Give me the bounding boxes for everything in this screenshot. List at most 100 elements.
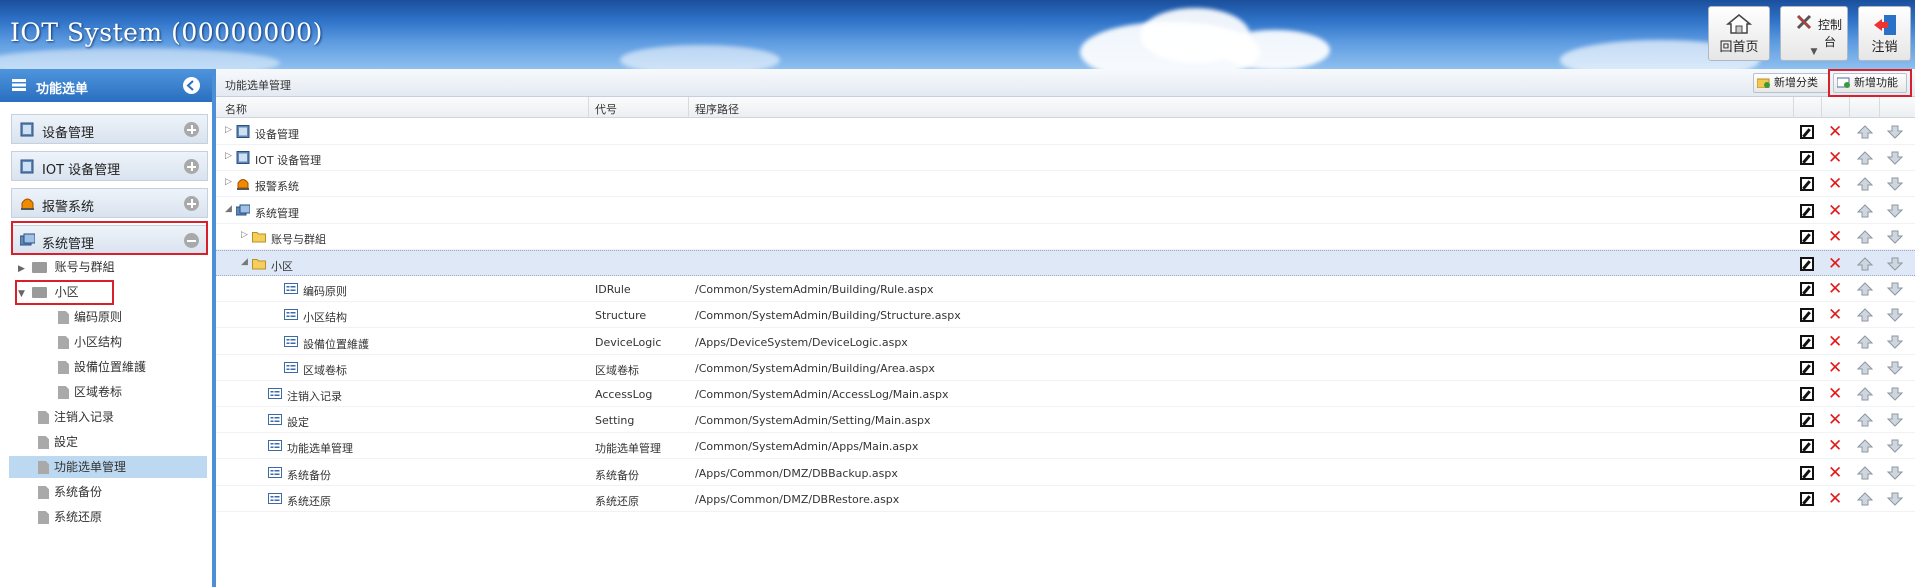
caret-right-icon[interactable]: ▷ [241,230,248,240]
tree-item-menu-management[interactable]: 功能选单管理 [38,456,126,478]
delete-icon[interactable]: ✕ [1828,228,1842,245]
tree-item-settings[interactable]: 設定 [38,431,78,453]
table-row[interactable]: ▷ 账号与群組 ✕ [216,224,1915,250]
edit-icon[interactable] [1800,308,1814,323]
edit-icon[interactable] [1800,125,1814,139]
delete-icon[interactable]: ✕ [1828,412,1842,429]
control-panel-button[interactable]: 控制台 ▼ [1780,6,1848,61]
expand-icon[interactable] [184,122,199,137]
move-down-icon[interactable] [1887,360,1903,376]
tree-item-backup[interactable]: 系统备份 [38,481,102,503]
sidebar-section-alarm[interactable]: 报警系统 [11,188,208,218]
column-header-name[interactable]: 名称 [225,101,247,117]
move-down-icon[interactable] [1887,334,1903,350]
move-down-icon[interactable] [1887,412,1903,428]
tree-item-access-log[interactable]: 注销入记录 [38,406,114,428]
move-up-icon[interactable] [1857,176,1873,192]
move-down-icon[interactable] [1887,256,1903,272]
edit-icon[interactable] [1800,229,1814,244]
move-up-icon[interactable] [1857,412,1873,428]
move-down-icon[interactable] [1887,438,1903,454]
move-up-icon[interactable] [1857,281,1873,297]
move-down-icon[interactable] [1887,203,1903,219]
caret-right-icon[interactable]: ▷ [225,125,232,135]
table-row[interactable]: 区域卷标 区域卷标/Common/SystemAdmin/Building/Are… [216,355,1915,381]
column-header-path[interactable]: 程序路径 [695,101,739,117]
caret-right-icon[interactable]: ▶ [18,258,28,280]
caret-right-icon[interactable]: ▷ [225,177,232,187]
table-row[interactable]: 编码原则 IDRule/Common/SystemAdmin/Building/R… [216,276,1915,303]
edit-icon[interactable] [1800,177,1814,192]
chevron-down-icon[interactable]: ▼ [1781,47,1847,57]
move-down-icon[interactable] [1887,229,1903,245]
move-up-icon[interactable] [1857,465,1873,481]
move-up-icon[interactable] [1857,438,1873,454]
collapse-sidebar-icon[interactable] [183,77,200,94]
move-up-icon[interactable] [1857,229,1873,245]
caret-down-icon[interactable]: ◢ [225,204,232,214]
delete-icon[interactable]: ✕ [1828,386,1842,403]
move-down-icon[interactable] [1887,491,1903,507]
tree-item-account-group[interactable]: ▶ 账号与群組 [18,256,115,278]
table-row[interactable]: 功能选单管理 功能选单管理/Common/SystemAdmin/Apps/Mai… [216,433,1915,460]
logout-button[interactable]: 注销 [1858,6,1911,61]
home-button[interactable]: 回首页 [1708,6,1770,61]
tree-item-area-label[interactable]: 区域卷标 [58,381,122,403]
column-header-code[interactable]: 代号 [595,101,617,117]
move-down-icon[interactable] [1887,281,1903,297]
edit-icon[interactable] [1800,282,1814,297]
sidebar-section-device[interactable]: 设备管理 [11,114,208,144]
table-row[interactable]: 小区结构 Structure/Common/SystemAdmin/Buildin… [216,302,1915,329]
move-down-icon[interactable] [1887,465,1903,481]
move-up-icon[interactable] [1857,124,1873,140]
caret-down-icon[interactable]: ◢ [241,257,248,267]
edit-icon[interactable] [1800,465,1814,480]
table-row[interactable]: 注销入记录 AccessLog/Common/SystemAdmin/Access… [216,381,1915,407]
move-up-icon[interactable] [1857,150,1873,166]
delete-icon[interactable]: ✕ [1828,438,1842,455]
table-row[interactable]: ▷ 设备管理 ✕ [216,119,1915,145]
move-down-icon[interactable] [1887,386,1903,402]
move-up-icon[interactable] [1857,307,1873,323]
delete-icon[interactable]: ✕ [1828,256,1842,273]
delete-icon[interactable]: ✕ [1828,150,1842,167]
table-row[interactable]: 設定 Setting/Common/SystemAdmin/Setting/Mai… [216,407,1915,434]
move-up-icon[interactable] [1857,256,1873,272]
edit-icon[interactable] [1800,439,1814,454]
delete-icon[interactable]: ✕ [1828,333,1842,350]
table-row[interactable]: 設備位置維護 DeviceLogic/Apps/DeviceSystem/Devi… [216,329,1915,355]
table-row[interactable]: ▷ 报警系统 ✕ [216,171,1915,198]
move-up-icon[interactable] [1857,491,1873,507]
delete-icon[interactable]: ✕ [1828,359,1842,376]
move-up-icon[interactable] [1857,203,1873,219]
delete-icon[interactable]: ✕ [1828,307,1842,324]
move-up-icon[interactable] [1857,360,1873,376]
move-down-icon[interactable] [1887,150,1903,166]
tree-item-community-structure[interactable]: 小区结构 [58,331,122,353]
move-down-icon[interactable] [1887,176,1903,192]
edit-icon[interactable] [1800,257,1814,271]
table-row[interactable]: ◢ 系统管理 ✕ [216,198,1915,224]
edit-icon[interactable] [1800,360,1814,375]
tree-item-restore[interactable]: 系统还原 [38,506,102,528]
sidebar-section-iot-device[interactable]: IOT 设备管理 [11,151,208,181]
tree-item-device-location[interactable]: 設備位置維護 [58,356,146,378]
table-row[interactable]: ▷ IOT 设备管理 ✕ [216,145,1915,172]
delete-icon[interactable]: ✕ [1828,176,1842,193]
delete-icon[interactable]: ✕ [1828,281,1842,298]
edit-icon[interactable] [1800,151,1814,166]
caret-right-icon[interactable]: ▷ [225,151,232,161]
table-row[interactable]: 系统备份 系统备份/Apps/Common/DMZ/DBBackup.aspx ✕ [216,460,1915,486]
edit-icon[interactable] [1800,334,1814,349]
delete-icon[interactable]: ✕ [1828,124,1842,141]
move-up-icon[interactable] [1857,386,1873,402]
expand-icon[interactable] [184,159,199,174]
edit-icon[interactable] [1800,491,1814,506]
add-category-button[interactable]: 新增分类 [1753,73,1829,93]
table-row[interactable]: ◢ 小区 ✕ [216,250,1915,276]
edit-icon[interactable] [1800,413,1814,428]
table-row[interactable]: 系统还原 系统还原/Apps/Common/DMZ/DBRestore.aspx ✕ [216,486,1915,512]
move-up-icon[interactable] [1857,334,1873,350]
expand-icon[interactable] [184,196,199,211]
edit-icon[interactable] [1800,203,1814,218]
